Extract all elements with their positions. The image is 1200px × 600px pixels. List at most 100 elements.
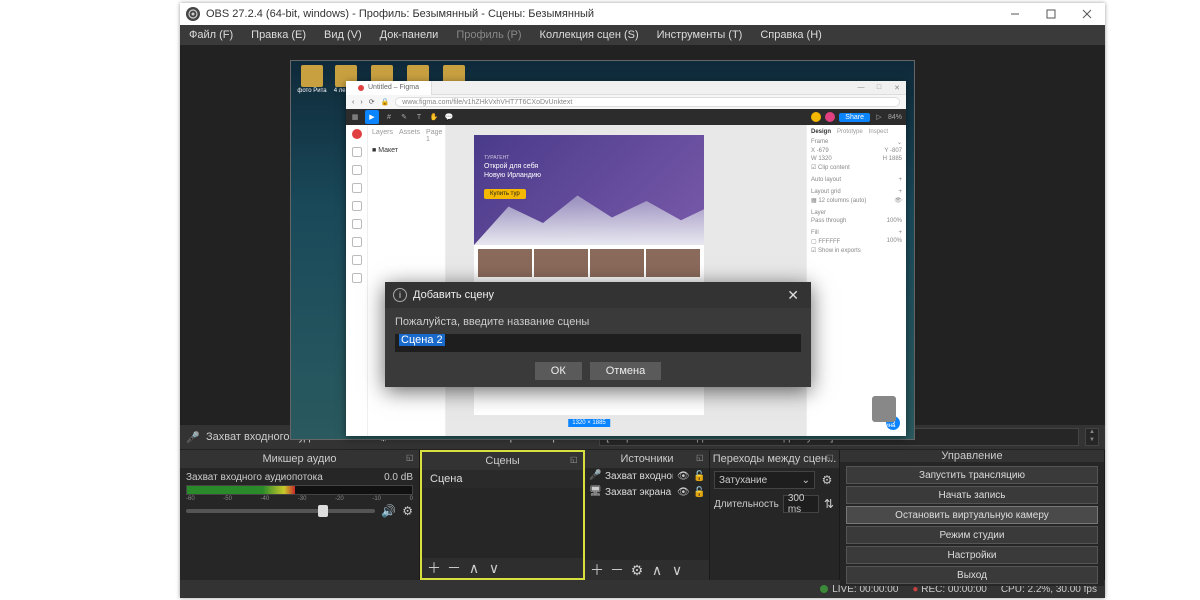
popout-icon[interactable]: ◱ xyxy=(696,453,706,463)
figma-design-panel: DesignPrototypeInspect Frame⌄ X -679Y -8… xyxy=(806,125,906,436)
nav-back-icon: ‹ xyxy=(352,99,354,106)
scene-item[interactable]: Сцена xyxy=(422,470,583,488)
scenes-panel: Сцены ◱ Сцена ＋ － ∧ ∨ xyxy=(420,450,585,580)
recycle-bin: Корзина xyxy=(872,396,896,429)
close-button[interactable] xyxy=(1069,3,1105,25)
mixer-level: 0.0 dB xyxy=(384,472,413,483)
popout-icon[interactable]: ◱ xyxy=(826,453,836,463)
menu-bar: Файл (F) Правка (E) Вид (V) Док-панели П… xyxy=(180,25,1105,45)
browser-tab: Untitled – Figma xyxy=(346,81,432,95)
lock-icon[interactable]: 🔓 xyxy=(693,471,705,482)
duration-input[interactable]: 300 ms xyxy=(783,495,819,513)
figma-zoom: 84% xyxy=(888,114,902,121)
studio-mode-button[interactable]: Режим студии xyxy=(846,526,1098,544)
controls-panel: Управление Запустить трансляцию Начать з… xyxy=(840,450,1105,580)
source-item[interactable]: 🎤Захват входного👁🔓 xyxy=(585,468,709,484)
figma-text-icon: T xyxy=(414,112,424,122)
url-field: www.figma.com/file/v1hZHkVxhVHT7T6CXoDvU… xyxy=(395,97,900,107)
start-recording-button[interactable]: Начать запись xyxy=(846,486,1098,504)
sidebar-dot-icon xyxy=(352,201,362,211)
popout-icon[interactable]: ◱ xyxy=(570,455,580,465)
figma-move-tool-icon: ▶ xyxy=(365,110,379,124)
channel-gear-icon[interactable]: ⚙ xyxy=(402,504,413,518)
add-source-icon[interactable]: ＋ xyxy=(589,562,605,578)
dialog-label: Пожалуйста, введите название сцены xyxy=(395,316,801,328)
avatar xyxy=(825,112,835,122)
scene-up-icon[interactable]: ∧ xyxy=(466,560,482,576)
panel-title: Источники xyxy=(620,453,673,465)
panel-title: Управление xyxy=(941,450,1002,462)
menu-tools[interactable]: Инструменты (T) xyxy=(648,25,752,45)
scene-down-icon[interactable]: ∨ xyxy=(486,560,502,576)
remove-scene-icon[interactable]: － xyxy=(446,560,462,576)
lock-icon[interactable]: 🔓 xyxy=(693,487,705,498)
duration-spin-icon[interactable]: ⇅ xyxy=(823,497,835,511)
remove-source-icon[interactable]: － xyxy=(609,562,625,578)
transition-gear-icon[interactable]: ⚙ xyxy=(819,473,835,487)
maximize-button[interactable] xyxy=(1033,3,1069,25)
visibility-icon[interactable]: 👁 xyxy=(677,471,689,482)
sidebar-dot-icon xyxy=(352,255,362,265)
dialog-close-icon[interactable]: ✕ xyxy=(783,287,803,304)
menu-help[interactable]: Справка (H) xyxy=(751,25,830,45)
mic-icon: 🎤 xyxy=(589,470,601,482)
desktop-icon: фото Рита xyxy=(297,65,327,100)
settings-button[interactable]: Настройки xyxy=(846,546,1098,564)
speaker-icon[interactable]: 🔊 xyxy=(381,504,396,518)
source-down-icon[interactable]: ∨ xyxy=(669,562,685,578)
panel-title: Сцены xyxy=(485,455,519,467)
figma-pen-icon: ✎ xyxy=(399,112,409,122)
stop-virtual-cam-button[interactable]: Остановить виртуальную камеру xyxy=(846,506,1098,524)
volume-slider[interactable] xyxy=(186,509,375,513)
scene-name-input[interactable]: Сцена 2 xyxy=(395,334,801,352)
source-item[interactable]: 🖥Захват экрана👁🔓 xyxy=(585,484,709,500)
start-streaming-button[interactable]: Запустить трансляцию xyxy=(846,466,1098,484)
menu-view[interactable]: Вид (V) xyxy=(315,25,371,45)
figma-canvas: ТУРАГЕНТОткрой для себяНовую Ирландию Ку… xyxy=(446,125,806,436)
source-up-icon[interactable]: ∧ xyxy=(649,562,665,578)
mixer-channel-name: Захват входного аудиопотока xyxy=(186,472,323,483)
minimize-button[interactable] xyxy=(997,3,1033,25)
transitions-panel: Переходы между сцен...◱ Затухание⌄ ⚙ Дли… xyxy=(710,450,840,580)
visibility-icon[interactable]: 👁 xyxy=(677,487,689,498)
figma-workspace: LayersAssetsPage 1 ■ Макет ТУРАГЕНТОткро… xyxy=(346,125,906,436)
docks-row: Микшер аудио ◱ Захват входного аудиопоток… xyxy=(180,450,1105,580)
menu-file[interactable]: Файл (F) xyxy=(180,25,242,45)
vu-meter xyxy=(186,485,413,495)
sources-panel: Источники◱ 🎤Захват входного👁🔓 🖥Захват эк… xyxy=(585,450,710,580)
cancel-button[interactable]: Отмена xyxy=(590,362,661,380)
figma-toolbar: ▦ ▶ # ✎ T ✋ 💬 Share ▷ 84% xyxy=(346,109,906,125)
browser-tabbar: Untitled – Figma — □ ✕ xyxy=(346,81,906,95)
panel-title: Микшер аудио xyxy=(262,453,336,465)
transition-select[interactable]: Затухание⌄ xyxy=(714,471,815,489)
menu-scene-collection[interactable]: Коллекция сцен (S) xyxy=(531,25,648,45)
sidebar-dot-icon xyxy=(352,237,362,247)
browser-min-icon: — xyxy=(852,84,870,91)
hero-cta: Купить тур xyxy=(484,189,526,199)
figma-frame-icon: # xyxy=(384,112,394,122)
popout-icon[interactable]: ◱ xyxy=(406,453,416,463)
sidebar-dot-icon xyxy=(352,147,362,157)
ok-button[interactable]: ОК xyxy=(535,362,582,380)
menu-profile[interactable]: Профиль (P) xyxy=(447,25,530,45)
panel-title: Переходы между сцен... xyxy=(713,453,837,465)
nav-fwd-icon: › xyxy=(360,99,362,106)
exit-button[interactable]: Выход xyxy=(846,566,1098,584)
menu-docks[interactable]: Док-панели xyxy=(371,25,448,45)
browser-max-icon: □ xyxy=(870,84,888,91)
figma-play-icon: ▷ xyxy=(874,112,884,122)
window-title: OBS 27.2.4 (64-bit, windows) - Профиль: … xyxy=(206,8,997,20)
browser-address-bar: ‹ › ⟳ 🔒 www.figma.com/file/v1hZHkVxhVHT7… xyxy=(346,95,906,109)
obs-app-icon xyxy=(186,7,200,21)
add-scene-dialog: i Добавить сцену ✕ Пожалуйста, введите н… xyxy=(385,282,811,387)
artboard-size-label: 1320 × 1885 xyxy=(568,419,610,427)
info-icon: i xyxy=(393,288,407,302)
figma-comment-icon: 💬 xyxy=(444,112,454,122)
menu-edit[interactable]: Правка (E) xyxy=(242,25,315,45)
sidebar-dot-icon xyxy=(352,183,362,193)
source-gear-icon[interactable]: ⚙ xyxy=(629,562,645,578)
device-spinner[interactable]: ▲▼ xyxy=(1085,428,1099,446)
add-scene-icon[interactable]: ＋ xyxy=(426,560,442,576)
obs-window: OBS 27.2.4 (64-bit, windows) - Профиль: … xyxy=(180,3,1105,598)
lock-icon: 🔒 xyxy=(381,98,390,106)
